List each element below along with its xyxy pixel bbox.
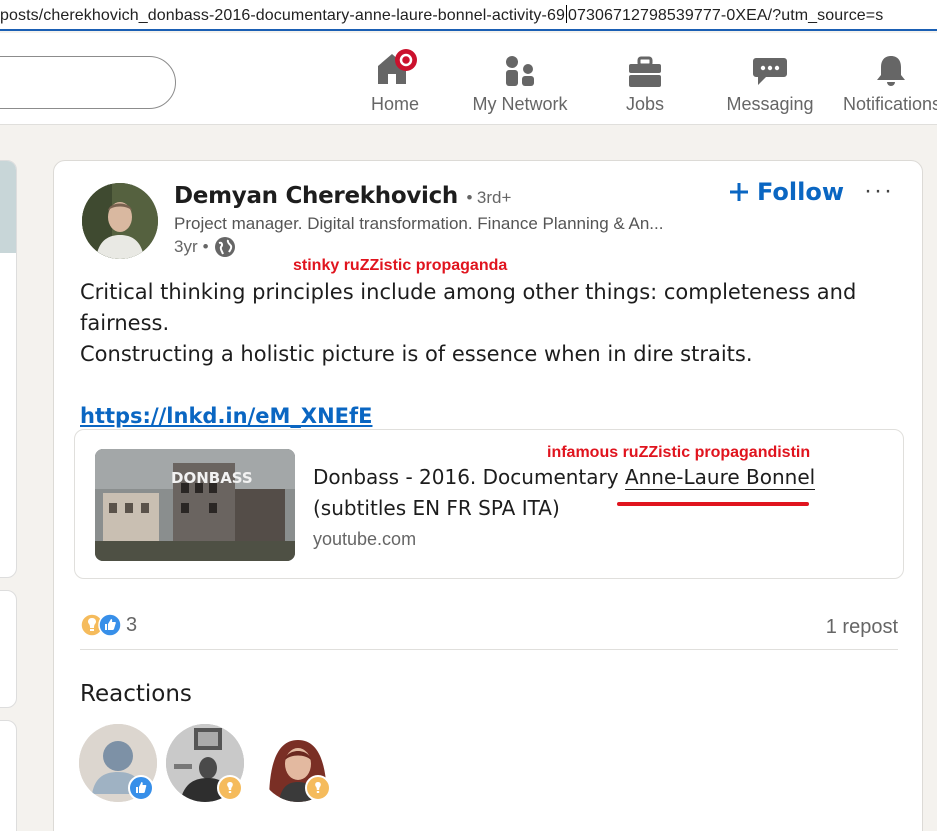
left-card xyxy=(0,720,17,831)
post-meta: 3yr • xyxy=(174,236,236,258)
network-icon xyxy=(506,56,534,86)
bell-icon xyxy=(877,56,905,86)
nav-notifications-label: Notifications xyxy=(843,94,937,114)
home-icon xyxy=(378,49,417,84)
like-reaction-icon xyxy=(98,613,122,637)
video-thumbnail[interactable]: DONBASS xyxy=(95,449,295,561)
search-input[interactable] xyxy=(0,56,176,109)
link-card-title-part: (subtitles EN FR SPA ITA) xyxy=(313,496,560,520)
annotation-propagandist: infamous ruZZistic propagandistin xyxy=(547,444,811,461)
time-separator: • xyxy=(202,237,209,256)
link-card-title-part: Donbass - 2016. Documentary xyxy=(313,465,625,489)
post-link[interactable]: https://lnkd.in/eM_XNEfE xyxy=(80,401,372,432)
more-options-button[interactable]: ··· xyxy=(864,177,894,205)
reaction-count: 3 xyxy=(126,613,138,636)
like-badge-icon xyxy=(128,775,154,801)
post-body: Critical thinking principles include amo… xyxy=(80,277,910,432)
top-navigation: Home My Network Jobs Messaging Notificat… xyxy=(0,33,937,125)
author-name[interactable]: Demyan Cherekhovich xyxy=(174,183,458,209)
insightful-badge-icon xyxy=(217,775,243,801)
post-text-line: Critical thinking principles include amo… xyxy=(80,280,857,335)
author-avatar[interactable] xyxy=(82,183,158,259)
nav-my-network-label: My Network xyxy=(472,94,568,114)
nav-jobs-label: Jobs xyxy=(625,94,665,114)
post-time: 3yr xyxy=(174,237,198,256)
annotation-propaganda: stinky ruZZistic propaganda xyxy=(293,257,508,274)
nav-home[interactable]: Home xyxy=(335,48,455,115)
follow-button[interactable]: Follow xyxy=(729,178,844,206)
plus-icon xyxy=(730,183,748,201)
annotation-underline xyxy=(617,502,809,506)
profile-card xyxy=(0,160,17,578)
url-text[interactable]: posts/cherekhovich_donbass-2016-document… xyxy=(0,5,883,25)
browser-url-bar[interactable]: posts/cherekhovich_donbass-2016-document… xyxy=(0,0,937,31)
author-line: Demyan Cherekhovich • 3rd+ xyxy=(174,183,511,209)
author-headline: Project manager. Digital transformation.… xyxy=(174,214,664,233)
link-card-title[interactable]: Donbass - 2016. Documentary Anne-Laure B… xyxy=(313,462,873,524)
briefcase-icon xyxy=(629,56,661,87)
thumbnail-text: DONBASS xyxy=(171,469,253,487)
link-card-domain: youtube.com xyxy=(313,529,417,549)
insightful-badge-icon xyxy=(305,775,331,801)
social-counts: 3 1 repost xyxy=(80,608,898,650)
left-card xyxy=(0,590,17,708)
follow-label: Follow xyxy=(757,178,845,206)
profile-card-banner xyxy=(0,161,16,253)
globe-icon xyxy=(214,237,235,257)
post-card: Demyan Cherekhovich • 3rd+ Project manag… xyxy=(53,160,923,831)
repost-count[interactable]: 1 repost xyxy=(826,616,898,639)
connection-degree: 3rd+ xyxy=(476,188,512,207)
thumbnail-image: DONBASS xyxy=(95,449,295,561)
link-card-title-highlight: Anne-Laure Bonnel xyxy=(624,465,816,490)
nav-home-label: Home xyxy=(370,94,419,114)
reactions-heading: Reactions xyxy=(80,681,192,707)
post-text-line: Constructing a holistic picture is of es… xyxy=(80,342,753,366)
message-icon xyxy=(753,58,787,85)
reaction-summary[interactable]: 3 xyxy=(80,613,137,637)
nav-messaging-label: Messaging xyxy=(726,94,814,114)
degree-separator: • xyxy=(466,188,473,207)
nav-my-network[interactable]: My Network xyxy=(460,48,580,115)
nav-notifications[interactable]: Notifications xyxy=(830,48,937,115)
text-caret xyxy=(565,5,567,23)
nav-messaging[interactable]: Messaging xyxy=(710,48,830,115)
author-photo xyxy=(82,183,158,259)
nav-jobs[interactable]: Jobs xyxy=(585,48,705,115)
